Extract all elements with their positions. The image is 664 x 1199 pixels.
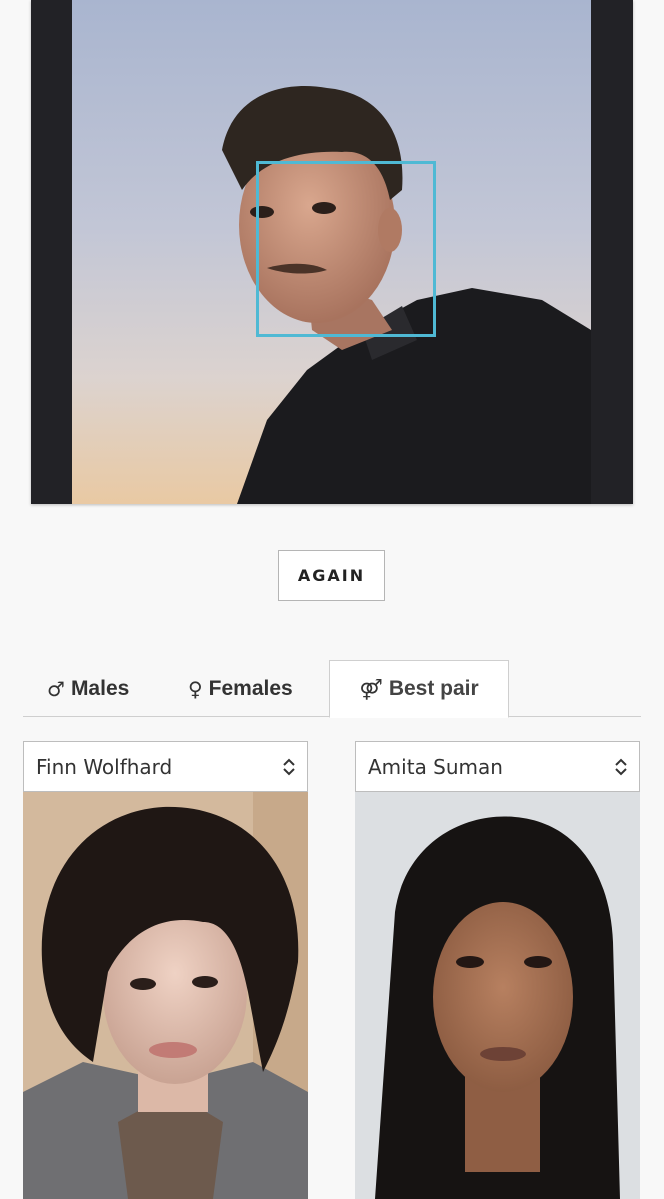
left-match-select[interactable]: Finn Wolfhard xyxy=(23,741,308,792)
tab-females[interactable]: ♀ Females xyxy=(188,660,293,717)
face-detection-box xyxy=(256,161,436,337)
female-symbol-icon: ♀ xyxy=(188,676,203,701)
again-button[interactable]: AGAIN xyxy=(278,550,385,601)
tab-males[interactable]: ♂ Males xyxy=(47,660,129,717)
tab-best-pair-label: Best pair xyxy=(388,677,479,700)
male-symbol-icon: ♂ xyxy=(47,676,65,701)
right-match-select[interactable]: Amita Suman xyxy=(355,741,640,792)
left-match-name: Finn Wolfhard xyxy=(36,754,173,779)
tab-females-label: Females xyxy=(208,676,293,700)
select-chevrons-icon xyxy=(283,758,295,776)
right-match-name: Amita Suman xyxy=(368,754,503,779)
tab-males-label: Males xyxy=(70,676,130,700)
right-match-portrait xyxy=(355,792,640,1199)
celebrity-portrait-male-image xyxy=(23,792,308,1199)
uploaded-photo-frame xyxy=(31,0,633,504)
celebrity-portrait-female-image xyxy=(355,792,640,1199)
select-chevrons-icon xyxy=(615,758,627,776)
gender-tabs: ♂ Males ♀ Females ⚤ Best pair xyxy=(23,660,641,718)
left-match-portrait xyxy=(23,792,308,1199)
tab-best-pair[interactable]: ⚤ Best pair xyxy=(329,660,509,718)
couple-symbol-icon: ⚤ xyxy=(359,677,383,701)
